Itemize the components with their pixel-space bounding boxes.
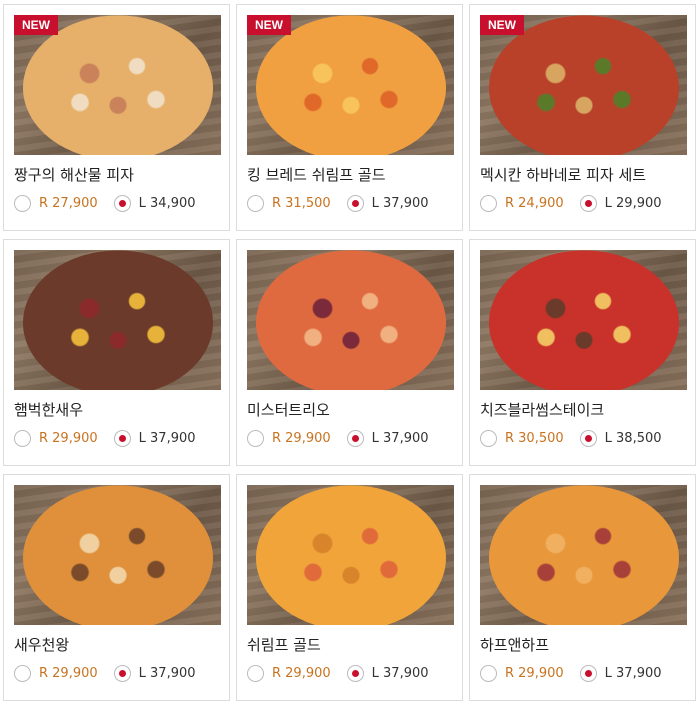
price-large: L 37,900 <box>138 666 196 681</box>
pizza-photo[interactable] <box>247 485 454 625</box>
size-price-options: R 29,900 L 37,900 <box>247 665 429 682</box>
size-r-radio[interactable] <box>247 665 264 682</box>
price-regular: R 29,900 <box>272 666 331 681</box>
pizza-image <box>255 15 446 155</box>
price-large: L 37,900 <box>371 431 429 446</box>
size-price-options: R 30,500 L 38,500 <box>480 430 662 447</box>
pizza-image <box>488 15 679 155</box>
price-large: L 38,500 <box>604 431 662 446</box>
pizza-name[interactable]: 킹 브레드 쉬림프 골드 <box>247 164 386 185</box>
size-l-radio[interactable] <box>113 430 131 447</box>
pizza-menu-grid: NEW 짱구의 해산물 피자 R 27,900 L 34,900 NEW 킹 브레드 쉬림… <box>3 4 696 701</box>
size-r-radio[interactable] <box>14 430 31 447</box>
pizza-name[interactable]: 쉬림프 골드 <box>247 634 321 655</box>
menu-card[interactable]: 새우천왕 R 29,900 L 37,900 <box>3 474 230 701</box>
price-large: L 34,900 <box>138 196 196 211</box>
price-regular: R 29,900 <box>39 666 98 681</box>
pizza-photo[interactable] <box>247 250 454 390</box>
pizza-photo[interactable] <box>480 250 687 390</box>
size-l-radio[interactable] <box>346 430 364 447</box>
price-large: L 29,900 <box>604 196 662 211</box>
price-regular: R 29,900 <box>39 431 98 446</box>
size-l-radio[interactable] <box>346 195 364 212</box>
pizza-photo[interactable]: NEW <box>247 15 454 155</box>
price-large: L 37,900 <box>371 666 429 681</box>
new-badge: NEW <box>247 15 291 35</box>
menu-card[interactable]: NEW 킹 브레드 쉬림프 골드 R 31,500 L 37,900 <box>236 4 463 231</box>
pizza-name[interactable]: 짱구의 해산물 피자 <box>14 164 134 185</box>
pizza-image <box>488 485 679 625</box>
size-price-options: R 24,900 L 29,900 <box>480 195 662 212</box>
size-price-options: R 29,900 L 37,900 <box>480 665 662 682</box>
pizza-image <box>22 15 213 155</box>
pizza-name[interactable]: 치즈블라썸스테이크 <box>480 399 604 420</box>
price-regular: R 29,900 <box>272 431 331 446</box>
pizza-image <box>255 485 446 625</box>
menu-card[interactable]: NEW 짱구의 해산물 피자 R 27,900 L 34,900 <box>3 4 230 231</box>
pizza-photo[interactable] <box>480 485 687 625</box>
size-r-radio[interactable] <box>14 665 31 682</box>
menu-card[interactable]: 미스터트리오 R 29,900 L 37,900 <box>236 239 463 466</box>
size-l-radio[interactable] <box>579 195 597 212</box>
size-price-options: R 29,900 L 37,900 <box>247 430 429 447</box>
size-r-radio[interactable] <box>247 430 264 447</box>
size-l-radio[interactable] <box>346 665 364 682</box>
pizza-image <box>488 250 679 390</box>
menu-card[interactable]: 쉬림프 골드 R 29,900 L 37,900 <box>236 474 463 701</box>
price-regular: R 30,500 <box>505 431 564 446</box>
pizza-name[interactable]: 하프앤하프 <box>480 634 549 655</box>
price-large: L 37,900 <box>138 431 196 446</box>
pizza-name[interactable]: 햄벅한새우 <box>14 399 83 420</box>
price-large: L 37,900 <box>604 666 662 681</box>
price-regular: R 27,900 <box>39 196 98 211</box>
size-r-radio[interactable] <box>480 665 497 682</box>
size-price-options: R 29,900 L 37,900 <box>14 430 196 447</box>
price-regular: R 31,500 <box>272 196 331 211</box>
size-price-options: R 29,900 L 37,900 <box>14 665 196 682</box>
size-l-radio[interactable] <box>579 430 597 447</box>
pizza-image <box>255 250 446 390</box>
price-regular: R 24,900 <box>505 196 564 211</box>
pizza-photo[interactable]: NEW <box>14 15 221 155</box>
size-l-radio[interactable] <box>113 665 131 682</box>
pizza-photo[interactable] <box>14 250 221 390</box>
size-l-radio[interactable] <box>579 665 597 682</box>
pizza-photo[interactable]: NEW <box>480 15 687 155</box>
menu-card[interactable]: NEW 멕시칸 하바네로 피자 세트 R 24,900 L 29,900 <box>469 4 696 231</box>
new-badge: NEW <box>480 15 524 35</box>
pizza-image <box>22 250 213 390</box>
size-price-options: R 27,900 L 34,900 <box>14 195 196 212</box>
size-r-radio[interactable] <box>480 430 497 447</box>
price-regular: R 29,900 <box>505 666 564 681</box>
pizza-name[interactable]: 멕시칸 하바네로 피자 세트 <box>480 164 646 185</box>
size-r-radio[interactable] <box>480 195 497 212</box>
pizza-name[interactable]: 새우천왕 <box>14 634 69 655</box>
price-large: L 37,900 <box>371 196 429 211</box>
menu-card[interactable]: 하프앤하프 R 29,900 L 37,900 <box>469 474 696 701</box>
menu-card[interactable]: 햄벅한새우 R 29,900 L 37,900 <box>3 239 230 466</box>
size-price-options: R 31,500 L 37,900 <box>247 195 429 212</box>
size-r-radio[interactable] <box>14 195 31 212</box>
pizza-name[interactable]: 미스터트리오 <box>247 399 330 420</box>
pizza-image <box>22 485 213 625</box>
pizza-photo[interactable] <box>14 485 221 625</box>
menu-card[interactable]: 치즈블라썸스테이크 R 30,500 L 38,500 <box>469 239 696 466</box>
new-badge: NEW <box>14 15 58 35</box>
size-l-radio[interactable] <box>113 195 131 212</box>
size-r-radio[interactable] <box>247 195 264 212</box>
